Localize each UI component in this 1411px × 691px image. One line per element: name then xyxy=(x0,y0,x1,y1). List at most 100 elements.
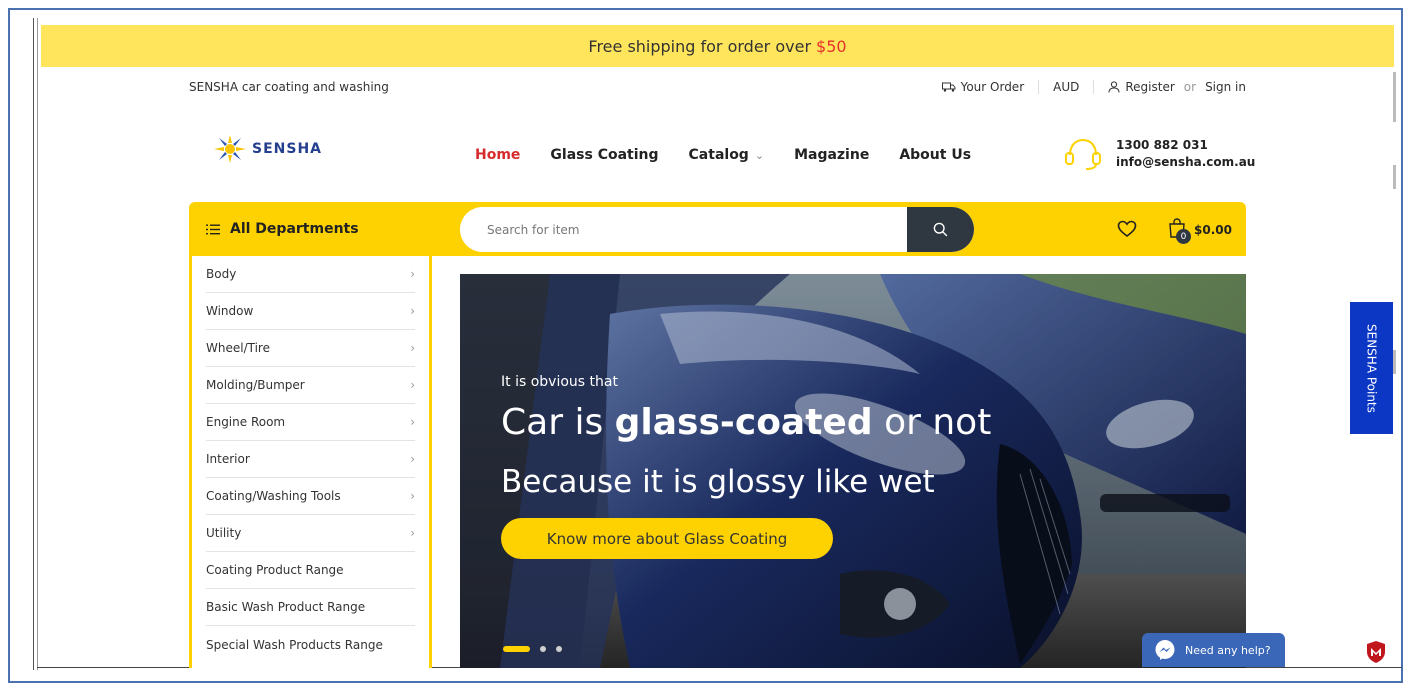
department-item[interactable]: Engine Room › xyxy=(206,404,415,441)
hero-pretitle: It is obvious that xyxy=(501,374,618,390)
department-item[interactable]: Basic Wash Product Range xyxy=(206,589,415,626)
department-label: Molding/Bumper xyxy=(206,378,305,392)
mcafee-shield-icon xyxy=(1367,641,1385,663)
main-navigation: Home Glass Coating Catalog ⌄ Magazine Abo… xyxy=(475,147,971,163)
top-bar: SENSHA car coating and washing Your Orde… xyxy=(189,80,1246,96)
cart-bag: 0 xyxy=(1168,218,1191,244)
department-label: Utility xyxy=(206,526,242,540)
promo-amount: $50 xyxy=(816,36,847,56)
scrollbar-mark xyxy=(1393,165,1396,189)
free-shipping-banner: Free shipping for order over $50 xyxy=(41,25,1394,67)
currency-selector[interactable]: AUD xyxy=(1053,80,1079,94)
promo-text: Free shipping for order over xyxy=(588,36,812,56)
mcafee-badge[interactable] xyxy=(1365,640,1387,668)
all-departments-label: All Departments xyxy=(230,221,359,237)
department-label: Special Wash Products Range xyxy=(206,637,383,652)
sensha-points-tab[interactable]: SENSHA Points xyxy=(1350,302,1393,434)
department-item[interactable]: Coating/Washing Tools › xyxy=(206,478,415,515)
cart-total: $0.00 xyxy=(1194,223,1232,237)
chevron-down-icon: ⌄ xyxy=(754,149,765,162)
phone-number[interactable]: 1300 882 031 xyxy=(1116,137,1255,154)
cart-button[interactable]: 0 $0.00 xyxy=(1168,218,1232,244)
department-item[interactable]: Body › xyxy=(206,256,415,293)
department-label: Basic Wash Product Range xyxy=(206,600,366,614)
search-input[interactable] xyxy=(460,207,906,252)
chevron-right-icon: › xyxy=(410,341,415,355)
department-label: Coating/Washing Tools xyxy=(206,489,341,503)
sign-in-link[interactable]: Sign in xyxy=(1205,80,1246,94)
heart-icon xyxy=(1117,220,1137,238)
chevron-right-icon: › xyxy=(410,304,415,318)
department-label: Interior xyxy=(206,452,250,466)
department-item[interactable]: Wheel/Tire › xyxy=(206,330,415,367)
department-item[interactable]: Utility › xyxy=(206,515,415,552)
nav-glass-coating[interactable]: Glass Coating xyxy=(550,147,658,163)
search-box xyxy=(460,207,974,252)
department-label: Wheel/Tire xyxy=(206,341,270,355)
email-address[interactable]: info@sensha.com.au xyxy=(1116,154,1255,171)
scrollbar-mark xyxy=(1393,350,1396,374)
chat-help-label: Need any help? xyxy=(1185,643,1271,657)
department-item[interactable]: Special Wash Products Range xyxy=(206,626,415,663)
hero-slider[interactable]: It is obvious that Car is glass-coated o… xyxy=(460,274,1246,668)
nav-catalog-label: Catalog xyxy=(688,147,749,163)
account-links: Your Order AUD Register or Sign in xyxy=(941,80,1246,94)
search-icon xyxy=(933,222,948,237)
department-label: Body xyxy=(206,267,237,281)
slider-dot[interactable] xyxy=(503,646,530,652)
chevron-right-icon: › xyxy=(410,489,415,503)
department-label: Coating Product Range xyxy=(206,563,344,577)
nav-catalog[interactable]: Catalog ⌄ xyxy=(689,147,765,163)
scrollbar-mark xyxy=(1393,72,1396,122)
your-order-link[interactable]: Your Order xyxy=(941,80,1025,94)
department-label: Engine Room xyxy=(206,415,286,429)
slider-dots xyxy=(503,646,562,652)
know-more-button[interactable]: Know more about Glass Coating xyxy=(501,518,833,559)
account-auth: Register or Sign in xyxy=(1108,80,1246,94)
slider-dot[interactable] xyxy=(540,646,546,652)
hero-title-part: or not xyxy=(884,402,992,443)
departments-menu: Body › Window › Wheel/Tire › Molding/Bumper › En… xyxy=(189,256,432,668)
logo-text: SENSHA xyxy=(252,141,322,157)
sensha-points-label: SENSHA Points xyxy=(1364,323,1379,413)
nav-home[interactable]: Home xyxy=(475,147,520,163)
your-order-label: Your Order xyxy=(960,80,1025,94)
frame-divider xyxy=(33,18,34,670)
hero-title: Car is glass-coated or not xyxy=(501,402,991,443)
cart-count-badge: 0 xyxy=(1176,229,1191,244)
user-icon xyxy=(1108,81,1120,93)
slider-dot[interactable] xyxy=(556,646,562,652)
department-item[interactable]: Window › xyxy=(206,293,415,330)
contact-info: 1300 882 031 info@sensha.com.au xyxy=(1064,137,1255,171)
hero-title-part: Car is xyxy=(501,402,604,443)
divider xyxy=(1093,80,1095,94)
department-item[interactable]: Interior › xyxy=(206,441,415,478)
search-button[interactable] xyxy=(907,207,974,252)
headset-icon xyxy=(1065,138,1101,170)
hero-subtitle: Because it is glossy like wet xyxy=(501,464,935,500)
frame-divider xyxy=(37,18,38,670)
divider xyxy=(1038,80,1040,94)
hero-title-emphasis: glass-coated xyxy=(614,402,873,443)
truck-icon xyxy=(941,82,956,92)
chevron-right-icon: › xyxy=(410,526,415,540)
sensha-logo-icon xyxy=(214,135,246,163)
nav-magazine[interactable]: Magazine xyxy=(794,147,869,163)
register-link[interactable]: Register xyxy=(1125,80,1174,94)
department-item[interactable]: Coating Product Range xyxy=(206,552,415,589)
site-tagline: SENSHA car coating and washing xyxy=(189,80,389,94)
department-label: Window xyxy=(206,304,254,318)
chevron-right-icon: › xyxy=(410,267,415,281)
site-logo[interactable]: SENSHA xyxy=(213,134,322,164)
contact-lines: 1300 882 031 info@sensha.com.au xyxy=(1116,137,1255,171)
list-icon xyxy=(206,224,220,234)
or-text: or xyxy=(1183,80,1197,94)
chat-help-button[interactable]: Need any help? xyxy=(1142,633,1285,667)
departments-list: Body › Window › Wheel/Tire › Molding/Bumper › En… xyxy=(192,256,429,663)
wishlist-button[interactable] xyxy=(1117,220,1137,242)
messenger-icon xyxy=(1155,640,1175,660)
all-departments-button[interactable]: All Departments xyxy=(206,221,359,237)
chevron-right-icon: › xyxy=(410,378,415,392)
department-item[interactable]: Molding/Bumper › xyxy=(206,367,415,404)
nav-about-us[interactable]: About Us xyxy=(899,147,971,163)
